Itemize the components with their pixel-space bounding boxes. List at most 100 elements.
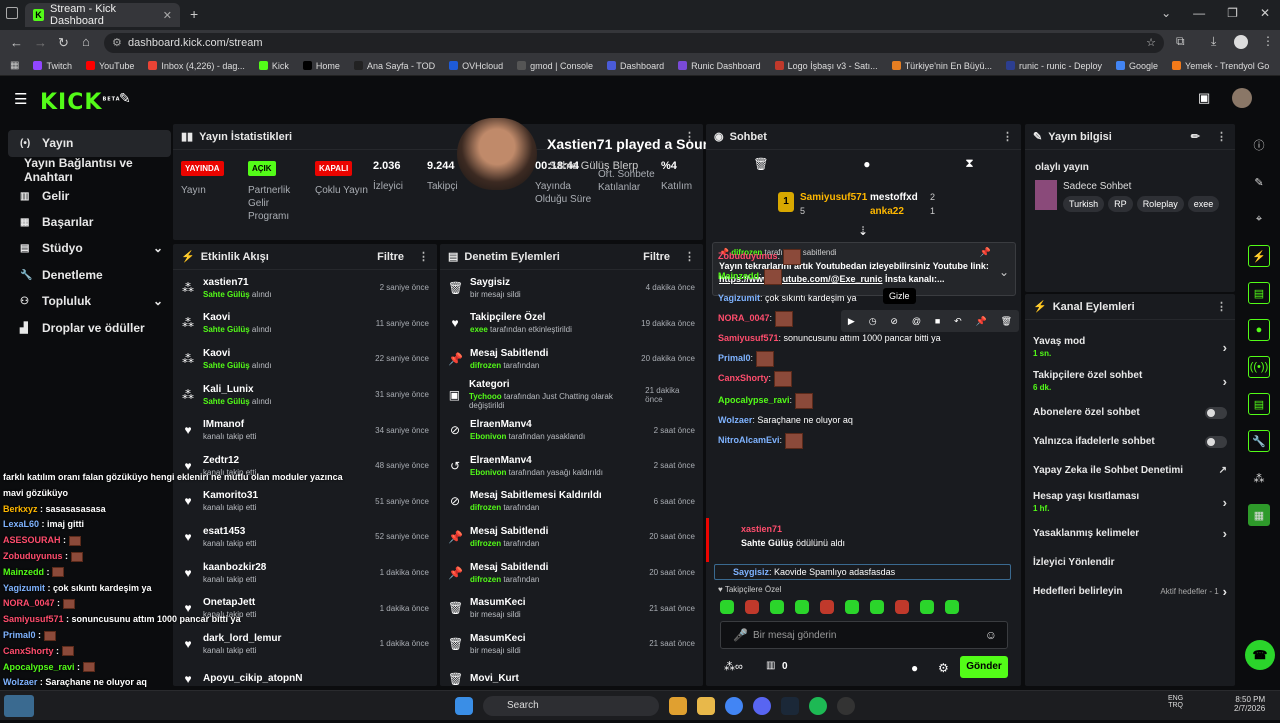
chat-username[interactable]: Primal0 — [718, 353, 751, 363]
hourglass-icon[interactable]: ⧗ — [965, 156, 973, 171]
chat-message[interactable]: Mainzedd: — [706, 266, 783, 286]
nav-item[interactable]: ▦ Başarılar — [8, 209, 171, 236]
chat-icon[interactable]: ● — [1248, 319, 1270, 341]
channel-actions-menu-icon[interactable]: ⋮ — [1216, 300, 1227, 313]
chat-message[interactable]: Samiyusuf571: sonuncusunu attım 1000 pan… — [706, 328, 941, 348]
emote-icon[interactable] — [770, 600, 784, 614]
bookmark-item[interactable]: Kick — [258, 61, 289, 71]
download-icon[interactable]: ⤓ — [1211, 34, 1216, 49]
home-icon[interactable]: ⌂ — [82, 34, 90, 49]
app-icon[interactable]: ▦ — [1248, 504, 1270, 526]
pen-icon[interactable]: ✎ — [1248, 171, 1270, 193]
tag-chip[interactable]: Turkish — [1063, 196, 1105, 212]
user-avatar[interactable] — [1232, 88, 1252, 108]
feed-row[interactable]: 🗑 Movi_Kurt — [440, 662, 703, 686]
profile-avatar[interactable] — [1234, 35, 1248, 49]
chat-message[interactable]: NitroAlcamEvi: — [706, 430, 803, 450]
chevron-right-icon[interactable]: › — [1223, 526, 1227, 541]
sound-icon[interactable]: ⁂ — [1248, 467, 1270, 489]
feed-row[interactable]: ⁂ Kaovi Sahte Gülüş alındı 11 saniye önce — [173, 306, 437, 342]
emote-icon[interactable] — [795, 600, 809, 614]
channel-action-item[interactable]: İzleyici Yönlendir — [1025, 548, 1235, 577]
expand-icon[interactable]: ⇣ — [858, 224, 868, 238]
copilot-icon[interactable] — [669, 697, 687, 715]
feed-row[interactable]: ♥ Takipçilere Özel exee tarafından etkinle… — [440, 306, 703, 342]
chat-username[interactable]: Wolzaer — [718, 415, 752, 425]
wrench-icon[interactable]: 🔧 — [1248, 430, 1270, 452]
chat-message[interactable]: Zobuduyunus: — [706, 246, 801, 266]
emote-icon[interactable] — [720, 600, 734, 614]
site-info-icon[interactable]: ⚙ — [112, 33, 122, 53]
forward-icon[interactable]: → — [34, 35, 47, 50]
bookmark-item[interactable]: Türkiye'nin En Büyü... — [891, 61, 992, 71]
channel-action-item[interactable]: Yasaklanmış kelimeler › — [1025, 519, 1235, 548]
discord-icon[interactable] — [753, 697, 771, 715]
taskbar-search[interactable]: Search — [483, 696, 659, 716]
reload-icon[interactable]: ↻ — [58, 35, 69, 51]
play-icon[interactable]: ▶ — [848, 316, 855, 327]
chat-message[interactable]: Wolzaer: Saraçhane ne oluyor aq — [706, 410, 853, 430]
emote-icon[interactable] — [870, 600, 884, 614]
feed-row[interactable]: 📌 Mesaj Sabitlendi difrozen tarafından 20 s… — [440, 555, 703, 591]
chat-bubble-icon[interactable]: ● — [911, 661, 918, 675]
pin-icon[interactable]: 📌 — [976, 316, 987, 327]
bookmark-item[interactable]: Dashboard — [607, 61, 664, 71]
back-icon[interactable]: ← — [10, 35, 23, 50]
emoji-icon[interactable]: ☺ — [985, 628, 997, 642]
chevron-right-icon[interactable]: › — [1223, 340, 1227, 355]
chat-username[interactable]: Yagizumit — [718, 293, 760, 303]
channel-action-item[interactable]: Yavaş mod 1 sn. › — [1025, 330, 1235, 364]
restore-icon[interactable]: ❐ — [1227, 6, 1238, 20]
clock[interactable]: 8:50 PM 2/7/2026 — [1234, 695, 1265, 713]
nav-item[interactable]: ⚇ Topluluk ⌄ — [8, 288, 171, 315]
chat-username[interactable]: Mainzedd — [718, 271, 759, 281]
edit-icon[interactable]: ✏ — [1191, 130, 1200, 143]
ban-icon[interactable]: ⊘ — [890, 316, 898, 327]
emote-icon[interactable] — [820, 600, 834, 614]
bookmark-item[interactable]: YouTube — [85, 61, 134, 71]
undo-icon[interactable]: ↶ — [954, 316, 962, 327]
chevron-right-icon[interactable]: › — [1223, 584, 1227, 599]
weather-icon[interactable] — [4, 695, 34, 717]
channel-action-item[interactable]: Hedefleri belirleyin Aktif hedefler - 1 › — [1025, 577, 1235, 606]
feed-row[interactable]: ⊘ ElraenManv4 Ebonivon tarafından yasaklan… — [440, 412, 703, 448]
browser-menu-icon[interactable]: ⋮ — [1262, 34, 1274, 48]
lightning-icon[interactable]: ⚡ — [1248, 245, 1270, 267]
browser-tab[interactable]: K Stream - Kick Dashboard ✕ — [25, 3, 180, 27]
chat-message[interactable]: CanxShorty: — [706, 368, 792, 388]
chat-username[interactable]: CanxShorty — [718, 373, 769, 383]
nav-item[interactable]: Yayın Bağlantısı ve Anahtarı — [8, 156, 171, 184]
channel-action-item[interactable]: Takipçilere özel sohbet 6 dk. › — [1025, 364, 1235, 398]
chevron-right-icon[interactable]: › — [1223, 374, 1227, 389]
bookmark-item[interactable]: OVHcloud — [449, 61, 503, 71]
chat-input[interactable]: 🎤 Bir mesaj gönderin ☺ — [720, 621, 1008, 649]
trash-icon[interactable]: 🗑 — [753, 157, 768, 171]
delete-icon[interactable]: ■ — [935, 316, 940, 326]
chat-message[interactable]: Apocalypse_ravi: — [706, 390, 813, 410]
support-icon[interactable]: ☎ — [1245, 640, 1275, 670]
feed-row[interactable]: 📌 Mesaj Sabitlendi difrozen tarafından 20 s… — [440, 519, 703, 555]
nav-item[interactable]: ▤ Stüdyo ⌄ — [8, 235, 171, 262]
document-icon[interactable]: ▤ — [1248, 282, 1270, 304]
feed-row[interactable]: ↺ ElraenManv4 Ebonivon tarafından yasağı k… — [440, 448, 703, 484]
channel-action-item[interactable]: Hesap yaşı kısıtlaması 1 hf. › — [1025, 485, 1235, 519]
tag-chip[interactable]: Roleplay — [1136, 196, 1184, 212]
minimize-icon[interactable]: — — [1193, 6, 1205, 20]
nav-item[interactable]: ▟ Droplar ve ödüller — [8, 315, 171, 342]
chat-username[interactable]: Zobuduyunus — [718, 251, 778, 261]
bookmark-item[interactable]: Home — [302, 61, 340, 71]
chat-menu-icon[interactable]: ⋮ — [1002, 130, 1013, 143]
chat-username[interactable]: Apocalypse_ravi — [718, 395, 790, 405]
emote-icon[interactable] — [945, 600, 959, 614]
bookmark-item[interactable]: Runic Dashboard — [678, 61, 761, 71]
capture-icon[interactable]: ⌖ — [1248, 208, 1270, 230]
feed-row[interactable]: 🗑 MasumKeci bir mesajı sildi 21 saat önce — [440, 590, 703, 626]
tag-chip[interactable]: exee — [1187, 196, 1220, 212]
feed-row[interactable]: ⁂ Kaovi Sahte Gülüş alındı 22 saniye önce — [173, 341, 437, 377]
spotify-icon[interactable] — [809, 697, 827, 715]
feed-row[interactable]: 🗑 Saygisiz bir mesajı sildi 4 dakika önce — [440, 270, 703, 306]
activity-menu-icon[interactable]: ⋮ — [418, 250, 429, 263]
feed-row[interactable]: ⁂ xastien71 Sahte Gülüş alındı 2 saniye önc… — [173, 270, 437, 306]
mention-icon[interactable]: @ — [912, 316, 921, 326]
chat-username[interactable]: NitroAlcamEvi — [718, 435, 780, 445]
